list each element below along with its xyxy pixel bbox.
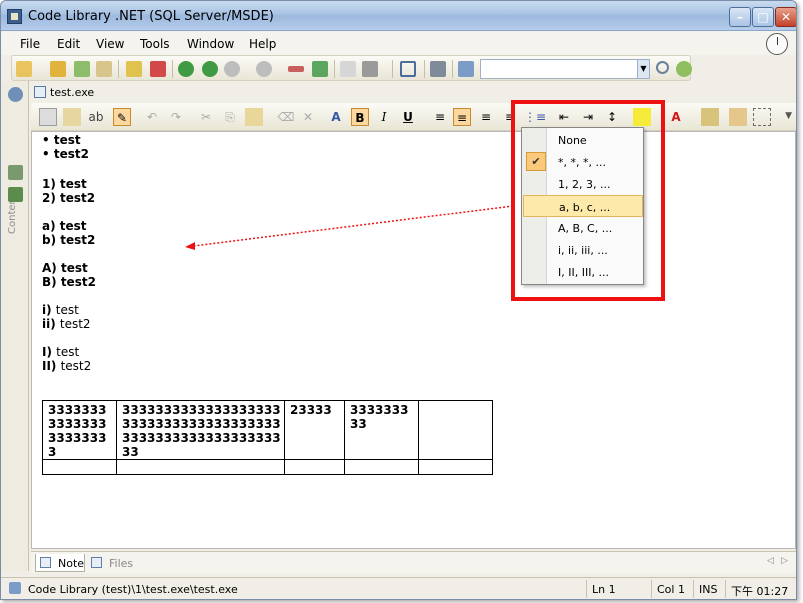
annotation-arrow (185, 205, 514, 250)
main-window: Code Library .NET (SQL Server/MSDE) – □ … (0, 0, 797, 600)
